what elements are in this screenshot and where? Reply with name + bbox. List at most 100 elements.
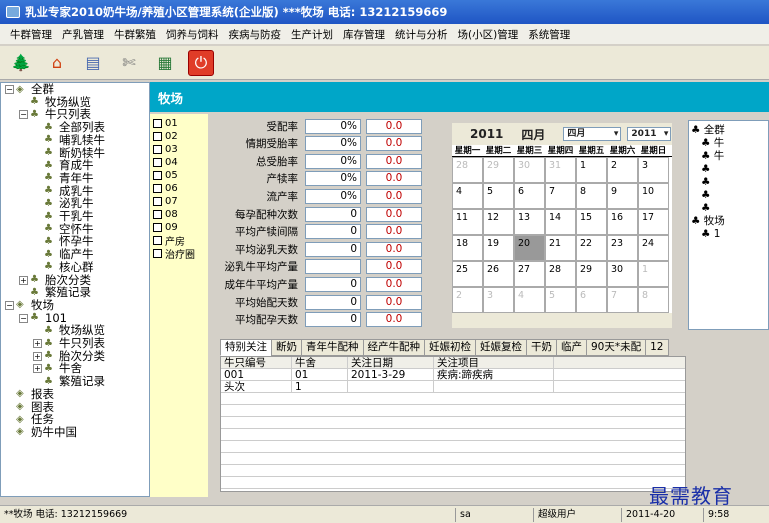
tree-node[interactable]: ♣ 牛 — [689, 137, 768, 150]
barn-item[interactable]: 07 — [150, 195, 208, 208]
home-icon[interactable]: ⌂ — [44, 50, 70, 76]
menu-item[interactable]: 系统管理 — [528, 27, 570, 42]
expand-toggle-icon[interactable]: + — [19, 275, 28, 285]
tree-icon[interactable]: 🌲 — [8, 50, 34, 76]
barn-item[interactable]: 治疗圈 — [150, 247, 208, 261]
calendar-day[interactable]: 20 — [514, 235, 545, 261]
tree-node[interactable]: ♣ 牛 — [689, 150, 768, 163]
menu-item[interactable]: 生产计划 — [291, 27, 333, 42]
calendar-day[interactable]: 6 — [514, 183, 545, 209]
calendar-day[interactable]: 12 — [483, 209, 514, 235]
tree-node[interactable]: ◈ 图表 — [1, 400, 149, 414]
calendar-day[interactable]: 3 — [638, 157, 669, 183]
barn-item[interactable]: 03 — [150, 143, 208, 156]
calendar-day[interactable]: 2 — [607, 157, 638, 183]
tree-node[interactable]: ♣ 全群 — [689, 124, 768, 137]
tab[interactable]: 断奶 — [271, 339, 302, 356]
barn-item[interactable]: 04 — [150, 156, 208, 169]
menu-item[interactable]: 牛群繁殖 — [114, 27, 156, 42]
calendar-day[interactable]: 9 — [607, 183, 638, 209]
calendar-day[interactable]: 7 — [545, 183, 576, 209]
calendar-day[interactable]: 4 — [452, 183, 483, 209]
calendar-day[interactable]: 1 — [576, 157, 607, 183]
menu-item[interactable]: 疾病与防疫 — [229, 27, 282, 42]
menu-item[interactable]: 牛群管理 — [10, 27, 52, 42]
calendar-day[interactable]: 8 — [638, 287, 669, 313]
month-select[interactable]: 四月 — [563, 127, 622, 141]
calendar-day[interactable]: 29 — [576, 261, 607, 287]
calendar-day[interactable]: 16 — [607, 209, 638, 235]
calculator-icon[interactable]: ▦ — [152, 50, 178, 76]
calendar-day[interactable]: 19 — [483, 235, 514, 261]
table-row[interactable]: 001 01 2011-3-29 疾病:蹄疾病 — [221, 369, 685, 381]
calendar-day[interactable]: 5 — [483, 183, 514, 209]
menu-item[interactable]: 统计与分析 — [395, 27, 448, 42]
tab[interactable]: 妊娠初检 — [424, 339, 476, 356]
tree-node[interactable]: ◈ 报表 — [1, 388, 149, 401]
tools-icon[interactable]: ✄ — [116, 50, 142, 76]
tab[interactable]: 干奶 — [526, 339, 557, 356]
menu-item[interactable]: 库存管理 — [343, 27, 385, 42]
calendar-day[interactable]: 8 — [576, 183, 607, 209]
checkbox[interactable] — [153, 158, 162, 167]
checkbox[interactable] — [153, 119, 162, 128]
expand-toggle-icon[interactable]: − — [5, 300, 14, 310]
column-header[interactable]: 牛舍 — [292, 357, 348, 368]
checkbox[interactable] — [153, 223, 162, 232]
calendar-day[interactable]: 30 — [607, 261, 638, 287]
barn-item[interactable]: 06 — [150, 182, 208, 195]
navigation-tree[interactable]: − ◈ 全群 ♣ 牧场纵览 − ♣ 牛只列表 ♣ 全部列表 ♣ 哺乳犊牛 ♣ 断奶犊牛 ♣ 育成牛 ♣ 青年牛 ♣ 成… — [0, 82, 150, 497]
tree-node[interactable]: ♣ 牧场 — [689, 215, 768, 228]
tree-node[interactable]: ♣ 繁殖记录 — [1, 286, 149, 299]
tab[interactable]: 青年牛配种 — [301, 339, 364, 356]
calendar-day[interactable]: 30 — [514, 157, 545, 183]
calendar-day[interactable]: 27 — [514, 261, 545, 287]
calendar-day[interactable]: 13 — [514, 209, 545, 235]
table-row[interactable]: 头次 1 — [221, 381, 685, 393]
column-header[interactable]: 关注日期 — [348, 357, 434, 368]
expand-toggle-icon[interactable]: − — [5, 85, 14, 94]
checkbox[interactable] — [153, 197, 162, 206]
tab[interactable]: 妊娠复检 — [475, 339, 527, 356]
expand-toggle-icon[interactable]: − — [19, 313, 28, 323]
checkbox[interactable] — [153, 132, 162, 141]
tree-node[interactable]: ♣ 1 — [689, 228, 768, 241]
tab[interactable]: 12 — [645, 339, 669, 356]
tab[interactable]: 经产牛配种 — [362, 339, 425, 356]
calendar-day[interactable]: 11 — [452, 209, 483, 235]
calendar-day[interactable]: 17 — [638, 209, 669, 235]
power-icon[interactable]: ⏻ — [188, 49, 214, 76]
menu-item[interactable]: 产乳管理 — [62, 27, 104, 42]
calendar-day[interactable]: 22 — [576, 235, 607, 261]
checkbox[interactable] — [153, 210, 162, 219]
calendar-day[interactable]: 5 — [545, 287, 576, 313]
calendar-day[interactable]: 18 — [452, 235, 483, 261]
expand-toggle-icon[interactable]: + — [33, 351, 42, 361]
checkbox[interactable] — [153, 171, 162, 180]
calendar-day[interactable]: 23 — [607, 235, 638, 261]
calendar-day[interactable]: 28 — [545, 261, 576, 287]
tree-node[interactable]: ♣ — [689, 189, 768, 202]
calendar-day[interactable]: 14 — [545, 209, 576, 235]
tab[interactable]: 临产 — [556, 339, 587, 356]
calendar-day[interactable]: 6 — [576, 287, 607, 313]
tab[interactable]: 90天*未配 — [586, 339, 647, 356]
document-icon[interactable]: ▤ — [80, 50, 106, 76]
barn-item[interactable]: 02 — [150, 130, 208, 143]
calendar-day[interactable]: 7 — [607, 287, 638, 313]
calendar-day[interactable]: 25 — [452, 261, 483, 287]
tab[interactable]: 特别关注 — [220, 339, 272, 356]
calendar-day[interactable]: 31 — [545, 157, 576, 183]
calendar-day[interactable]: 4 — [514, 287, 545, 313]
tree-node[interactable]: ♣ — [689, 163, 768, 176]
calendar-day[interactable]: 28 — [452, 157, 483, 183]
column-header[interactable]: 牛只编号 — [221, 357, 292, 368]
barn-item[interactable]: 01 — [150, 117, 208, 130]
tree-node[interactable]: ♣ 繁殖记录 — [1, 375, 149, 388]
calendar-day[interactable]: 3 — [483, 287, 514, 313]
menu-item[interactable]: 饲养与饲料 — [166, 27, 219, 42]
tree-node[interactable]: − ◈ 牧场 — [1, 299, 149, 312]
calendar-day[interactable]: 29 — [483, 157, 514, 183]
year-select[interactable]: 2011 — [627, 127, 672, 141]
checkbox[interactable] — [153, 184, 162, 193]
